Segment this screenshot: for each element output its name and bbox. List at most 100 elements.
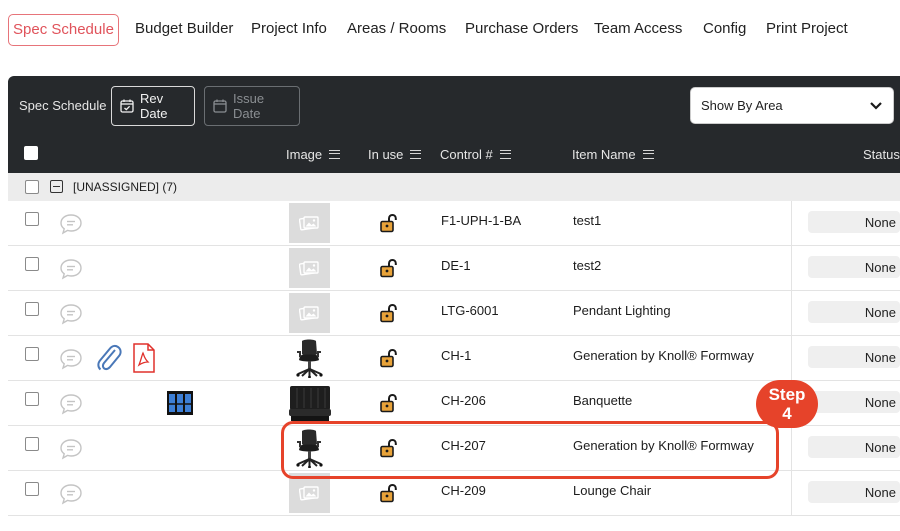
tab-project-info[interactable]: Project Info [251,20,327,37]
select-all-checkbox[interactable] [24,146,38,160]
row-checkbox[interactable] [25,302,39,316]
status-badge[interactable]: None [808,391,900,413]
comment-icon[interactable] [59,438,83,460]
group-checkbox[interactable] [25,180,39,194]
tab-spec-schedule[interactable]: Spec Schedule [8,14,119,46]
status-text: None [864,305,896,320]
column-image[interactable]: Image [286,147,341,162]
unlocked-icon[interactable] [379,483,399,503]
group-row-unassigned: [UNASSIGNED] (7) [8,173,900,201]
image-placeholder[interactable] [289,473,330,513]
image-placeholder[interactable] [289,248,330,288]
row-checkbox[interactable] [25,347,39,361]
office-chair-image[interactable] [294,338,326,378]
comment-icon[interactable] [59,348,83,370]
show-by-select[interactable]: Show By Area [690,87,894,124]
item-name[interactable]: Pendant Lighting [573,303,671,318]
status-badge[interactable]: None [808,301,900,323]
row-checkbox[interactable] [25,392,39,406]
image-placeholder-icon [299,305,319,321]
status-badge[interactable]: None [808,346,900,368]
image-placeholder-icon [299,260,319,276]
tab-team-access[interactable]: Team Access [594,20,682,37]
control-number: DE-1 [441,258,471,273]
control-number: CH-209 [441,483,486,498]
column-menu-icon[interactable] [329,150,341,159]
column-menu-icon[interactable] [410,150,422,159]
image-placeholder[interactable] [289,293,330,333]
status-text: None [864,215,896,230]
column-menu-icon[interactable] [499,150,511,159]
toolbar-title: Spec Schedule [19,98,107,113]
unlocked-icon[interactable] [379,213,399,233]
tab-budget-builder[interactable]: Budget Builder [135,20,233,37]
top-navigation: Spec Schedule Budget Builder Project Inf… [0,0,900,60]
item-name[interactable]: test2 [573,258,601,273]
status-badge[interactable]: None [808,256,900,278]
collapse-group-icon[interactable] [50,180,63,193]
item-name[interactable]: Banquette [573,393,632,408]
tab-config[interactable]: Config [703,20,746,37]
pdf-icon[interactable] [132,343,156,373]
table-row[interactable]: F1-UPH-1-BA test1 None [8,201,900,246]
step-badge: Step 4 [756,380,818,428]
status-badge[interactable]: None [808,436,900,458]
control-number: F1-UPH-1-BA [441,213,522,228]
comment-icon[interactable] [59,258,83,280]
binders-icon[interactable] [167,391,193,415]
table-row[interactable]: LTG-6001 Pendant Lighting None [8,291,900,336]
column-divider [791,201,792,246]
banquette-image[interactable] [289,385,331,422]
calendar-check-icon [120,99,134,113]
unlocked-icon[interactable] [379,303,399,323]
row-checkbox[interactable] [25,212,39,226]
column-divider [791,246,792,291]
tab-print-project[interactable]: Print Project [766,20,848,37]
unlocked-icon[interactable] [379,393,399,413]
comment-icon[interactable] [59,483,83,505]
paperclip-icon[interactable] [95,343,123,373]
column-in-use[interactable]: In use [368,147,422,162]
column-control[interactable]: Control # [440,147,511,162]
rev-date-button[interactable]: Rev Date [111,86,195,126]
table-row[interactable]: DE-1 test2 None [8,246,900,291]
column-status[interactable]: Status [863,147,900,162]
row-checkbox[interactable] [25,482,39,496]
unlocked-icon[interactable] [379,348,399,368]
status-text: None [864,440,896,455]
step-badge-label: Step [768,385,806,404]
row-checkbox[interactable] [25,257,39,271]
row-checkbox[interactable] [25,437,39,451]
item-name[interactable]: Lounge Chair [573,483,651,498]
image-placeholder[interactable] [289,203,330,243]
issue-date-button[interactable]: Issue Date [204,86,300,126]
item-name[interactable]: test1 [573,213,601,228]
show-by-value: Show By Area [701,98,783,113]
column-menu-icon[interactable] [642,150,654,159]
tab-areas-rooms[interactable]: Areas / Rooms [347,20,446,37]
column-item-name[interactable]: Item Name [572,147,654,162]
control-number: LTG-6001 [441,303,499,318]
column-item-name-label: Item Name [572,147,636,162]
group-label: [UNASSIGNED] (7) [73,180,178,194]
column-in-use-label: In use [368,147,404,162]
unlocked-icon[interactable] [379,258,399,278]
comment-icon[interactable] [59,213,83,235]
column-divider [791,426,792,471]
spec-toolbar: Spec Schedule Rev Date Issue Date Show B… [8,76,900,134]
status-text: None [864,395,896,410]
status-badge[interactable]: None [808,481,900,503]
comment-icon[interactable] [59,393,83,415]
status-text: None [864,485,896,500]
rev-date-label: Rev Date [140,91,168,121]
control-number: CH-206 [441,393,486,408]
item-name[interactable]: Generation by Knoll® Formway [573,348,754,363]
table-row[interactable]: CH-1 Generation by Knoll® Formway None [8,336,900,381]
tab-purchase-orders[interactable]: Purchase Orders [465,20,578,37]
column-divider [791,291,792,336]
column-image-label: Image [286,147,323,162]
comment-icon[interactable] [59,303,83,325]
table-header: Image In use Control # Item Name Status [8,134,900,173]
column-divider [791,336,792,381]
status-badge[interactable]: None [808,211,900,233]
